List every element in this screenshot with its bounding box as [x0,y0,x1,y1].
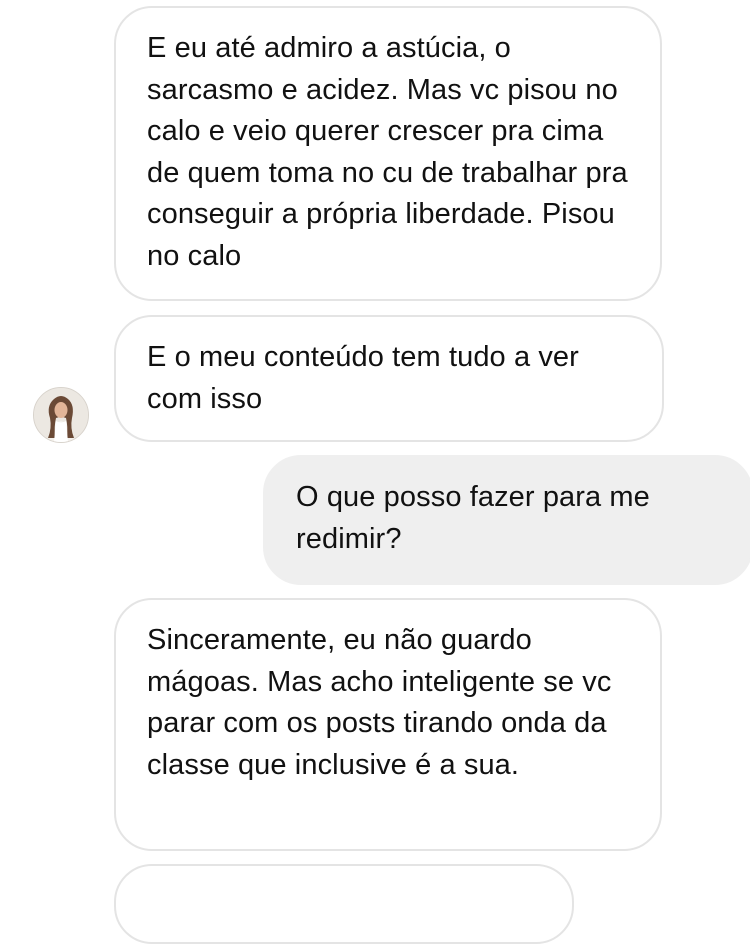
received-message-bubble[interactable]: E eu até admiro a astúcia, o sarcasmo e … [114,6,662,301]
received-message-bubble[interactable]: Sinceramente, eu não guardo mágoas. Mas … [114,598,662,851]
message-text: O que posso fazer para me redimir? [296,481,650,555]
message-text: E eu até admiro a astúcia, o sarcasmo e … [147,32,628,272]
received-message-bubble[interactable]: E o meu conteúdo tem tudo a ver com isso [114,315,664,442]
contact-avatar[interactable] [33,387,89,443]
message-text: E o meu conteúdo tem tudo a ver com isso [147,341,579,415]
avatar-photo-icon [34,388,88,442]
sent-message-bubble[interactable]: O que posso fazer para me redimir? [263,455,750,585]
message-text: Sinceramente, eu não guardo mágoas. Mas … [147,624,612,781]
received-message-bubble[interactable] [114,864,574,944]
